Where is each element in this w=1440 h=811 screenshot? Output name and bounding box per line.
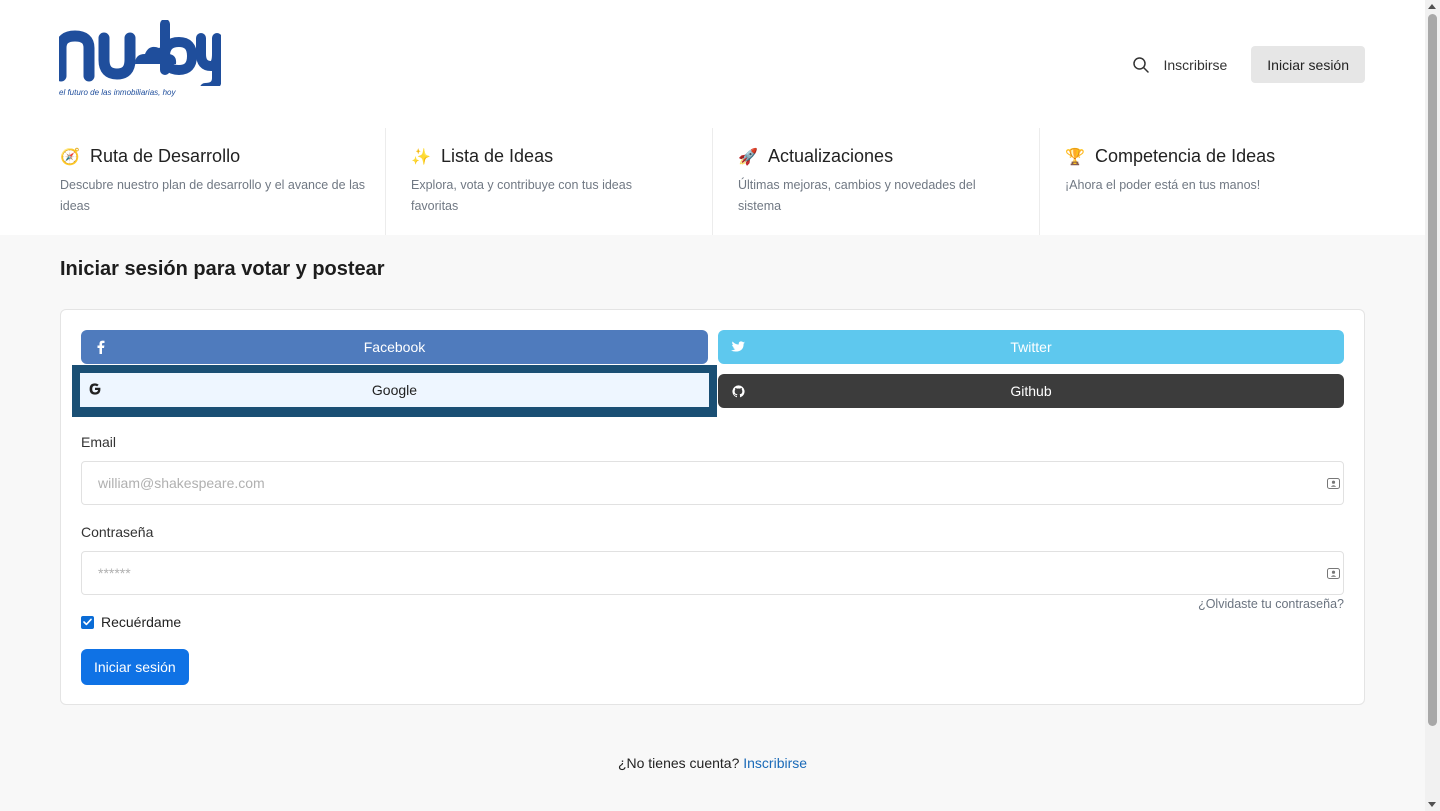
search-icon[interactable] [1132, 56, 1150, 74]
scroll-thumb[interactable] [1428, 14, 1437, 726]
feature-title-text: Lista de Ideas [441, 146, 554, 166]
rocket-icon: 🚀 [738, 148, 758, 166]
submit-login-button[interactable]: Iniciar sesión [81, 649, 189, 685]
feature-ideas-list[interactable]: ✨ Lista de Ideas Explora, vota y contrib… [385, 128, 712, 235]
signup-link[interactable]: Inscribirse [1164, 57, 1228, 73]
github-label: Github [1010, 383, 1052, 399]
top-nav: Inscribirse Iniciar sesión [1132, 46, 1365, 83]
feature-roadmap[interactable]: 🧭 Ruta de Desarrollo Descubre nuestro pl… [60, 128, 380, 235]
feature-title-text: Ruta de Desarrollo [90, 146, 241, 166]
sparkles-icon: ✨ [411, 148, 431, 166]
scroll-up-arrow-icon[interactable] [1428, 4, 1436, 9]
email-field[interactable] [81, 461, 1344, 505]
feature-title: 🧭 Ruta de Desarrollo [60, 146, 380, 167]
remember-checkbox[interactable] [81, 615, 94, 629]
feature-updates[interactable]: 🚀 Actualizaciones Últimas mejoras, cambi… [712, 128, 1039, 235]
google-icon [87, 381, 103, 397]
password-label: Contraseña [81, 524, 154, 540]
feature-description: Últimas mejoras, cambios y novedades del… [738, 178, 976, 213]
feature-title-text: Actualizaciones [768, 146, 894, 166]
check-icon [83, 618, 92, 626]
facebook-icon [93, 339, 109, 355]
feature-title-text: Competencia de Ideas [1095, 146, 1276, 166]
trophy-icon: 🏆 [1065, 148, 1085, 166]
forgot-password-link[interactable]: ¿Olvidaste tu contraseña? [1198, 597, 1344, 611]
github-icon [730, 383, 746, 399]
footer-signup-link[interactable]: Inscribirse [743, 755, 807, 771]
autofill-icon[interactable] [1327, 567, 1340, 580]
login-card: Facebook Twitter Google Github Email Con… [60, 309, 1365, 705]
google-focus-ring: Google [72, 365, 717, 417]
feature-description: Explora, vota y contribuye con tus ideas… [411, 178, 632, 213]
facebook-login-button[interactable]: Facebook [81, 330, 708, 364]
feature-competition[interactable]: 🏆 Competencia de Ideas ¡Ahora el poder e… [1039, 128, 1365, 235]
page-title: Iniciar sesión para votar y postear [60, 258, 385, 280]
google-label: Google [371, 382, 418, 398]
autofill-icon[interactable] [1327, 477, 1340, 490]
logo-tagline: el futuro de las inmobiliarias, hoy [59, 88, 176, 97]
email-label: Email [81, 434, 117, 450]
login-button[interactable]: Iniciar sesión [1251, 46, 1365, 83]
scrollbar[interactable] [1425, 0, 1440, 811]
password-field[interactable] [81, 551, 1344, 595]
facebook-label: Facebook [363, 339, 426, 355]
feature-description: ¡Ahora el poder está en tus manos! [1065, 178, 1261, 192]
remember-me: Recuérdame [81, 614, 181, 630]
google-login-button[interactable]: Google [80, 373, 709, 407]
remember-label[interactable]: Recuérdame [101, 614, 181, 630]
feature-title: 🏆 Competencia de Ideas [1065, 146, 1365, 167]
header: el futuro de las inmobiliarias, hoy Insc… [0, 0, 1425, 235]
feature-title: ✨ Lista de Ideas [411, 146, 712, 167]
scroll-down-arrow-icon[interactable] [1428, 802, 1436, 807]
twitter-icon [730, 339, 746, 355]
github-login-button[interactable]: Github [718, 374, 1344, 408]
signup-question: ¿No tienes cuenta? [617, 755, 740, 771]
twitter-label: Twitter [1010, 339, 1052, 355]
nuby-logo[interactable]: el futuro de las inmobiliarias, hoy [55, 19, 222, 106]
feature-title: 🚀 Actualizaciones [738, 146, 1039, 167]
feature-description: Descubre nuestro plan de desarrollo y el… [60, 178, 366, 213]
twitter-login-button[interactable]: Twitter [718, 330, 1344, 364]
compass-icon: 🧭 [60, 148, 80, 166]
nuby-logo-mark [55, 19, 222, 93]
feature-strip: 🧭 Ruta de Desarrollo Descubre nuestro pl… [0, 128, 1425, 235]
signup-prompt: ¿No tienes cuenta? Inscribirse [0, 755, 1425, 771]
